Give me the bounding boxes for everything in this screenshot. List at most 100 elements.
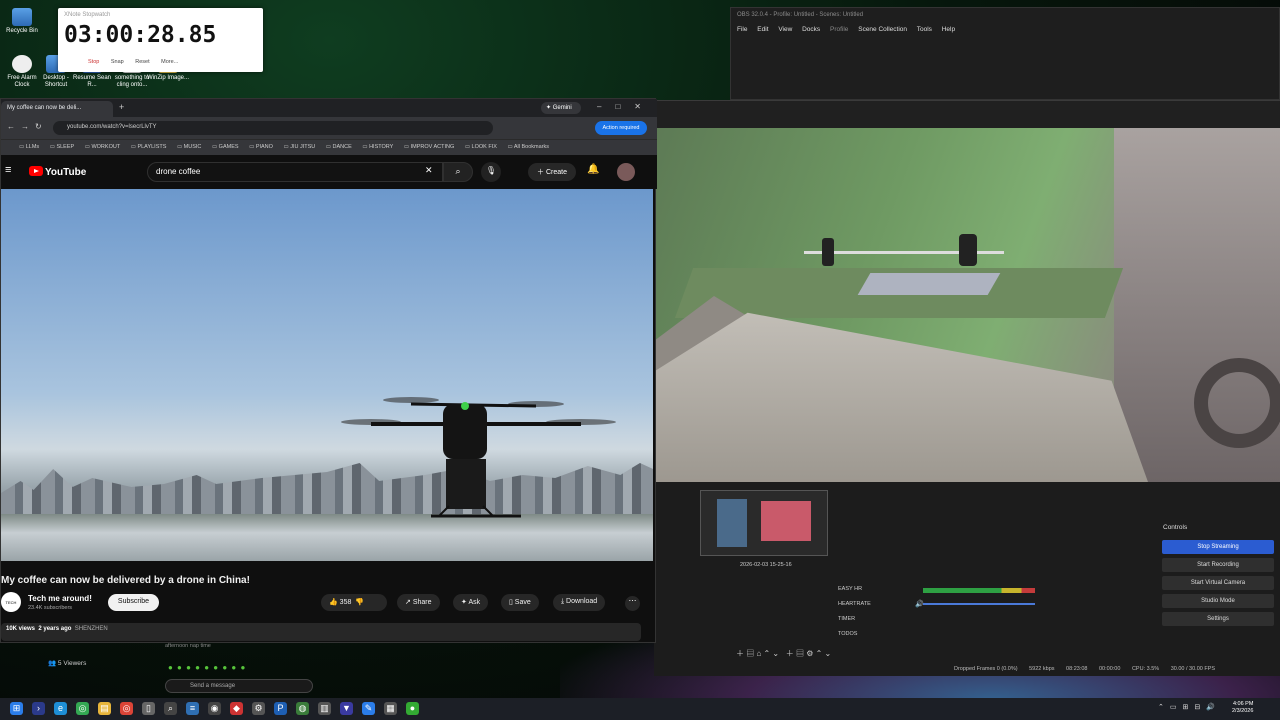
action-required-button[interactable]: Action required [595, 121, 647, 135]
obs-menu-view[interactable]: View [778, 26, 792, 33]
obs-window[interactable]: OBS 32.0.4 - Profile: Untitled - Scenes:… [730, 7, 1280, 100]
bookmark-folder[interactable]: LOOK FIX [465, 144, 497, 150]
stop-streaming-button[interactable]: Stop Streaming [1162, 540, 1274, 554]
bookmark-folder[interactable]: LLMs [19, 144, 39, 150]
app-icon[interactable]: ▦ [384, 702, 397, 715]
notifications-icon[interactable]: 🔔 [587, 164, 599, 175]
save-button[interactable]: ▯ Save [501, 594, 539, 611]
create-button[interactable]: ＋ Create [528, 163, 576, 181]
start-icon[interactable]: ⊞ [10, 702, 23, 715]
obs-menu-file[interactable]: File [737, 26, 747, 33]
bookmark-folder[interactable]: WORKOUT [85, 144, 120, 150]
ask-button[interactable]: ✦ Ask [453, 594, 489, 611]
new-tab-button[interactable]: + [119, 102, 124, 112]
stopwatch-window[interactable]: XNote Stopwatch 03:00:28.85 Stop Snap Re… [58, 8, 263, 72]
window-controls[interactable]: –□✕ [597, 102, 655, 111]
bookmark-folder[interactable]: IMPROV ACTING [404, 144, 454, 150]
obs-icon[interactable]: ◉ [208, 702, 221, 715]
stopwatch-title: XNote Stopwatch [64, 12, 111, 18]
app-icon[interactable]: ✎ [362, 702, 375, 715]
download-button[interactable]: ⤓ Download [553, 594, 606, 611]
camera-tire [1194, 358, 1280, 448]
edge-icon[interactable]: e [54, 702, 67, 715]
obs-menu-profile[interactable]: Profile [830, 26, 848, 33]
notes-icon[interactable]: ≡ [186, 702, 199, 715]
stopwatch-more-button[interactable]: More... [161, 59, 178, 65]
studio-mode-button[interactable]: Studio Mode [1162, 594, 1274, 608]
viewer-count-text: 5 Viewers [57, 660, 87, 667]
bookmark-folder[interactable]: GAMES [212, 144, 239, 150]
obs-menu-scene-collection[interactable]: Scene Collection [858, 26, 907, 33]
dropped-frames: Dropped Frames 0 (0.0%) [954, 666, 1018, 672]
taskbar-clock[interactable]: 4:06 PM 2/3/2026 [1232, 701, 1253, 715]
photoshop-icon[interactable]: P [274, 702, 287, 715]
scene-thumbnail[interactable] [700, 490, 828, 556]
chrome-profile-icon[interactable]: ◎ [120, 702, 133, 715]
app-icon[interactable]: ▥ [318, 702, 331, 715]
settings-icon[interactable]: ⚙ [252, 702, 265, 715]
desktop-icon-label: WinZip Image... [146, 75, 189, 81]
recycle-bin-icon [12, 8, 32, 26]
chat-message-input[interactable]: Send a message [165, 679, 313, 693]
all-bookmarks[interactable]: All Bookmarks [507, 144, 549, 150]
bookmark-folder[interactable]: JIU JITSU [283, 144, 315, 150]
stopwatch-reset-button[interactable]: Reset [135, 59, 149, 65]
microphone-icon[interactable]: 🎙 [481, 162, 501, 182]
document-icon[interactable]: ▯ [142, 702, 155, 715]
channel-name[interactable]: Tech me around! [28, 594, 92, 603]
bookmark-folder[interactable]: DANCE [326, 144, 352, 150]
system-tray[interactable]: ⌃▭⊞⊟🔊 [1158, 703, 1221, 711]
stopwatch-stop-button[interactable]: Stop [88, 59, 99, 65]
video-tag[interactable]: SHENZHEN [75, 626, 108, 632]
source-timer[interactable]: TIMER [838, 616, 855, 622]
obs-menu-help[interactable]: Help [942, 26, 955, 33]
channel-avatar[interactable]: TECH [1, 592, 21, 612]
source-heartrate[interactable]: HEARTRATE [838, 601, 871, 607]
more-options-icon[interactable]: ⋯ [625, 596, 640, 611]
vscode-icon[interactable]: ▼ [340, 702, 353, 715]
volume-slider[interactable] [923, 603, 1035, 605]
app-icon[interactable]: › [32, 702, 45, 715]
desktop-icon-recycle-bin[interactable]: Recycle Bin [0, 8, 44, 35]
app-icon[interactable]: ◍ [296, 702, 309, 715]
obs-menu-docks[interactable]: Docks [802, 26, 820, 33]
video-description[interactable]: 10K views 2 years ago SHENZHEN [1, 623, 641, 641]
share-button[interactable]: ↗ Share [397, 594, 440, 611]
browser-window[interactable]: My coffee can now be deli... + ✦ Gemini … [0, 98, 657, 643]
video-player[interactable] [1, 189, 653, 561]
start-virtual-camera-button[interactable]: Start Virtual Camera [1162, 576, 1274, 590]
gemini-button[interactable]: ✦ Gemini [541, 102, 581, 114]
chrome-icon[interactable]: ◎ [76, 702, 89, 715]
avatar[interactable] [617, 163, 635, 181]
bookmark-folder[interactable]: MUSIC [177, 144, 201, 150]
bookmark-folder[interactable]: PLAYLISTS [131, 144, 167, 150]
app-icon[interactable]: ● [406, 702, 419, 715]
file-explorer-icon[interactable]: ▤ [98, 702, 111, 715]
subscribe-button[interactable]: Subscribe [108, 594, 159, 611]
nav-buttons[interactable]: ←→↻ [7, 122, 48, 131]
settings-button[interactable]: Settings [1162, 612, 1274, 626]
obs-menu-edit[interactable]: Edit [757, 26, 768, 33]
obs-menu-tools[interactable]: Tools [917, 26, 932, 33]
search-button[interactable]: ⌕ [443, 162, 473, 182]
chat-emotes: ● ● ● ● ● ● ● ● ● [168, 663, 247, 672]
search-input[interactable]: drone coffee [147, 162, 443, 182]
youtube-logo[interactable]: YouTube [29, 166, 86, 178]
bookmark-folder[interactable]: HISTORY [362, 144, 393, 150]
clear-search-icon[interactable]: ✕ [425, 165, 433, 176]
like-button[interactable]: 👍 358 👎 [321, 594, 387, 611]
menu-icon[interactable]: ≡ [5, 164, 11, 176]
audio-meter [923, 588, 1035, 593]
app-icon[interactable]: ◆ [230, 702, 243, 715]
stopwatch-snap-button[interactable]: Snap [111, 59, 124, 65]
search-icon[interactable]: ⌕ [164, 702, 177, 715]
obs-title: OBS 32.0.4 - Profile: Untitled - Scenes:… [737, 12, 864, 18]
source-todos[interactable]: TODOS [838, 631, 857, 637]
source-easy-hr[interactable]: EASY HR [838, 586, 862, 592]
url-field[interactable]: youtube.com/watch?v=lsecrLlvTY [53, 121, 493, 135]
bookmark-folder[interactable]: PIANO [249, 144, 273, 150]
camera-preview [654, 128, 1280, 482]
bookmark-folder[interactable]: SLEEP [50, 144, 74, 150]
browser-tab[interactable]: My coffee can now be deli... [1, 101, 113, 117]
start-recording-button[interactable]: Start Recording [1162, 558, 1274, 572]
